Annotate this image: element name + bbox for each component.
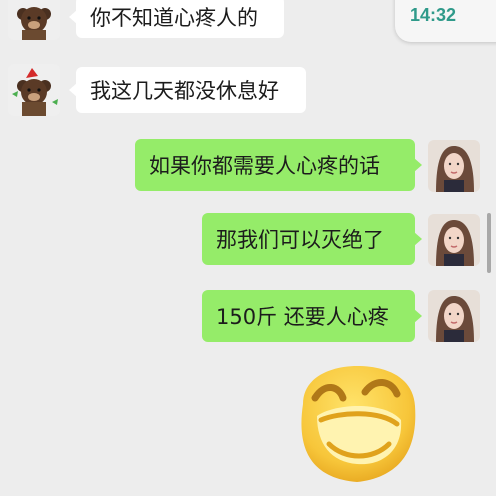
laughing-emoji-sticker-icon[interactable]: [293, 364, 421, 484]
bear-avatar-icon[interactable]: [8, 64, 60, 116]
scrollbar[interactable]: [487, 213, 491, 273]
message-bubble-sent[interactable]: 150斤 还要人心疼: [202, 290, 422, 342]
message-bubble-received[interactable]: 我这几天都没休息好: [69, 67, 306, 113]
woman-avatar-icon[interactable]: [428, 214, 480, 266]
woman-avatar-icon[interactable]: [428, 290, 480, 342]
bear-avatar-icon[interactable]: [8, 0, 60, 40]
woman-avatar-icon[interactable]: [428, 140, 480, 192]
message-bubble-sent[interactable]: 那我们可以灭绝了: [202, 213, 422, 265]
status-time: 14:32: [410, 5, 457, 25]
message-bubble-received[interactable]: 你不知道心疼人的: [69, 0, 284, 38]
message-bubble-sent[interactable]: 如果你都需要人心疼的话: [135, 139, 422, 191]
